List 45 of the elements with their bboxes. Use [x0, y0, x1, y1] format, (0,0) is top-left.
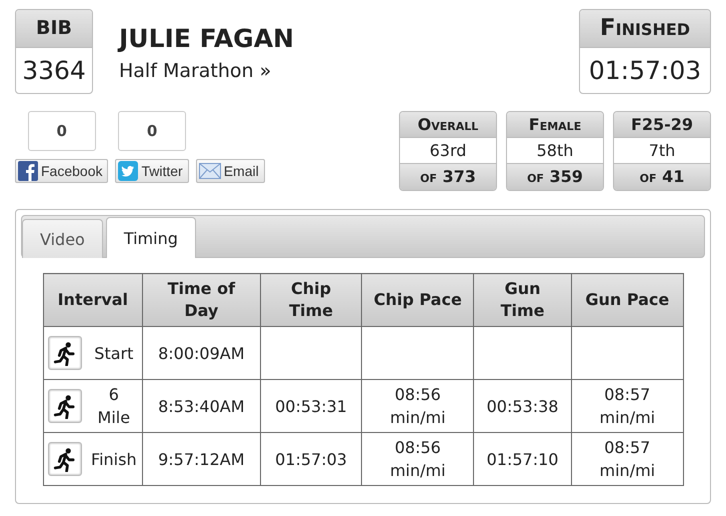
rank-total: of 359 [507, 164, 603, 190]
runner-icon [48, 336, 82, 370]
race-link[interactable]: Half Marathon » [119, 60, 294, 82]
column-header: Gun Time [474, 274, 572, 326]
runner-icon [48, 442, 82, 476]
facebook-icon [18, 161, 38, 181]
runner-icon [48, 389, 82, 423]
table-cell: 8:00:09AM [142, 326, 261, 380]
email-button[interactable]: Email [196, 159, 265, 183]
table-cell-text: Finish [90, 448, 138, 470]
rank-label: F25-29 [614, 112, 710, 138]
bird-icon [118, 161, 138, 181]
bib-label: BIB [16, 10, 92, 48]
share-count: 0 [118, 111, 186, 151]
status-label: Finished [580, 10, 710, 48]
share-button[interactable]: Facebook [15, 159, 108, 183]
table-cell: 08:56 min/mi [362, 380, 474, 432]
tab[interactable]: Timing [106, 217, 196, 258]
share-count: 0 [28, 111, 96, 151]
table-cell-text: 6 Mile [96, 384, 132, 429]
rank-total: of 41 [614, 164, 710, 190]
bib-number: 3364 [21, 55, 87, 87]
rank-total: of 373 [400, 164, 496, 190]
column-header: Chip Pace [362, 274, 474, 326]
table-cell: 00:53:31 [260, 380, 362, 432]
table-cell: 08:56 min/mi [362, 432, 474, 486]
table-cell: 01:57:03 [260, 432, 362, 486]
rank-label: Female [507, 112, 603, 138]
column-header: Interval [44, 274, 142, 326]
rank-label: Overall [400, 112, 496, 138]
table-cell: 9:57:12AM [142, 432, 261, 486]
share-button[interactable]: Twitter [115, 159, 189, 183]
column-header: Chip Time [260, 274, 362, 326]
column-header: Time of Day [142, 274, 261, 326]
table-cell-text: Start [93, 342, 134, 364]
finish-time: 01:57:03 [588, 55, 702, 87]
column-header: Gun Pace [571, 274, 684, 326]
table-cell: 8:53:40AM [142, 380, 261, 432]
table-cell: 00:53:38 [474, 380, 572, 432]
tab[interactable]: Video [22, 219, 103, 258]
table-cell: 01:57:10 [474, 432, 572, 486]
table-cell: 08:57 min/mi [571, 432, 684, 486]
athlete-name: JULIE FAGAN [119, 24, 294, 53]
envelope-icon [198, 163, 221, 179]
table-cell: 08:57 min/mi [571, 380, 684, 432]
